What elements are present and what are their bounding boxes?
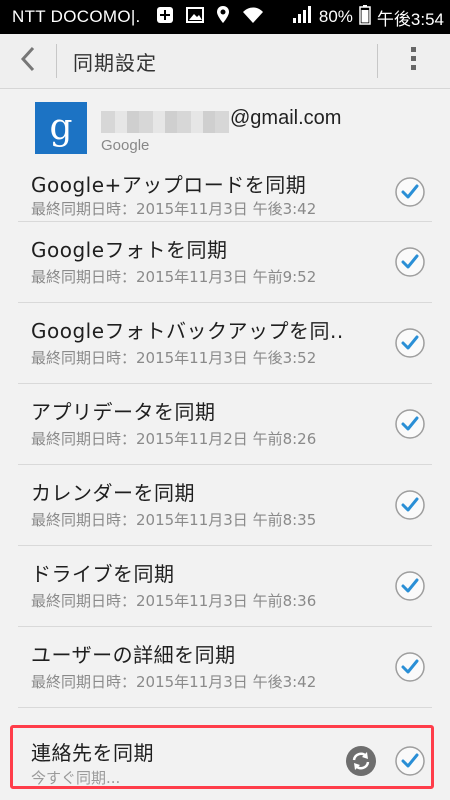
notification-icons bbox=[155, 5, 265, 30]
sync-item-title: Googleフォトバックアップを同.. bbox=[31, 319, 344, 343]
sync-item-subtitle: 最終同期日時：2015年11月3日 午後3:42 bbox=[31, 200, 317, 218]
sync-item-google-plus-upload[interactable]: Google+アップロードを同期 最終同期日時：2015年11月3日 午後3:4… bbox=[0, 165, 450, 222]
sync-item-title: ユーザーの詳細を同期 bbox=[31, 643, 236, 667]
email-redacted bbox=[101, 111, 229, 133]
image-icon bbox=[185, 5, 205, 30]
sync-item-google-photos-backup[interactable]: Googleフォトバックアップを同.. 最終同期日時：2015年11月3日 午後… bbox=[0, 303, 450, 384]
sync-item-subtitle: 最終同期日時：2015年11月3日 午前9:52 bbox=[31, 268, 317, 286]
back-button[interactable] bbox=[0, 34, 56, 88]
sync-item-subtitle: 最終同期日時：2015年11月3日 午前8:36 bbox=[31, 592, 317, 610]
overflow-menu-icon bbox=[410, 46, 418, 76]
plus-badge-icon bbox=[155, 5, 175, 30]
sync-item-title: Googleフォトを同期 bbox=[31, 238, 228, 262]
sync-item-title: アプリデータを同期 bbox=[31, 400, 216, 424]
sync-item-google-photos[interactable]: Googleフォトを同期 最終同期日時：2015年11月3日 午前9:52 bbox=[0, 222, 450, 303]
signal-icon bbox=[291, 5, 313, 30]
divider bbox=[56, 44, 57, 78]
checkbox-checked-icon[interactable] bbox=[394, 651, 426, 683]
checkbox-checked-icon[interactable] bbox=[394, 489, 426, 521]
account-email: @gmail.com bbox=[230, 107, 342, 129]
divider bbox=[18, 707, 432, 708]
sync-list: Google+アップロードを同期 最終同期日時：2015年11月3日 午後3:4… bbox=[0, 165, 450, 800]
location-icon bbox=[215, 5, 231, 30]
sync-item-title: カレンダーを同期 bbox=[31, 481, 195, 505]
checkbox-checked-icon[interactable] bbox=[394, 570, 426, 602]
chevron-left-icon bbox=[18, 45, 38, 77]
highlight-box bbox=[10, 725, 434, 789]
sync-item-title: ドライブを同期 bbox=[31, 562, 175, 586]
clock: 午後3:54 bbox=[376, 9, 444, 29]
sync-item-app-data[interactable]: アプリデータを同期 最終同期日時：2015年11月2日 午前8:26 bbox=[0, 384, 450, 465]
sync-item-user-details[interactable]: ユーザーの詳細を同期 最終同期日時：2015年11月3日 午後3:42 bbox=[0, 627, 450, 708]
status-bar: NTT DOCOMO|. 80% 午後3:54 bbox=[0, 0, 450, 34]
checkbox-checked-icon[interactable] bbox=[394, 327, 426, 359]
sync-item-title: Google+アップロードを同期 bbox=[31, 173, 307, 197]
sync-item-subtitle: 最終同期日時：2015年11月3日 午前8:35 bbox=[31, 511, 317, 529]
sync-item-subtitle: 最終同期日時：2015年11月3日 午後3:52 bbox=[31, 349, 317, 367]
checkbox-checked-icon[interactable] bbox=[394, 408, 426, 440]
checkbox-checked-icon[interactable] bbox=[394, 246, 426, 278]
wifi-icon bbox=[241, 5, 265, 30]
account-type: Google bbox=[101, 137, 150, 154]
action-bar: 同期設定 bbox=[0, 34, 450, 89]
carrier-label: NTT DOCOMO|. bbox=[12, 7, 141, 26]
sync-item-subtitle: 最終同期日時：2015年11月2日 午前8:26 bbox=[31, 430, 317, 448]
battery-icon bbox=[359, 4, 371, 30]
checkbox-checked-icon[interactable] bbox=[394, 176, 426, 208]
sync-item-subtitle: 最終同期日時：2015年11月3日 午後3:42 bbox=[31, 673, 317, 691]
sync-item-drive[interactable]: ドライブを同期 最終同期日時：2015年11月3日 午前8:36 bbox=[0, 546, 450, 627]
page-title: 同期設定 bbox=[73, 50, 157, 75]
account-header: g @gmail.com Google bbox=[0, 89, 450, 165]
sync-item-calendar[interactable]: カレンダーを同期 最終同期日時：2015年11月3日 午前8:35 bbox=[0, 465, 450, 546]
battery-percent: 80% bbox=[318, 7, 353, 26]
google-logo-icon: g bbox=[35, 102, 87, 154]
overflow-menu-button[interactable] bbox=[378, 34, 450, 88]
